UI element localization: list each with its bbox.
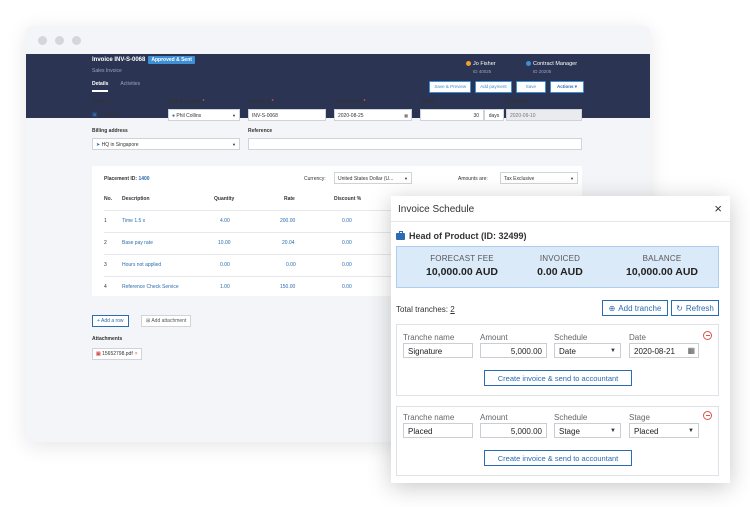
amounts-label: Amounts are: [458,176,488,182]
window-controls [38,36,81,45]
total-tranches: Total tranches: 2 [396,305,455,314]
actions-button[interactable]: Actions ▾ [549,81,584,93]
tranche-card: Tranche name Amount Schedule Date Signat… [396,324,719,396]
send-to-value[interactable]: ▣ Amazon [92,112,119,118]
tranche-name-input[interactable]: Placed [403,423,473,438]
briefcase-icon [396,230,405,240]
location-arrow-icon: ➤ [96,142,101,148]
add-payment-button[interactable]: Add payment [475,81,512,93]
forecast-fee: FORECAST FEE 10,000.00 AUD [426,254,498,278]
terms-label: Terms [420,99,435,105]
save-preview-button[interactable]: Save & Preview [429,81,472,93]
attachments-label: Attachments [92,336,123,342]
refresh-button[interactable]: ↻ Refresh [671,300,719,316]
remove-tranche-icon[interactable] [703,411,712,420]
calendar-icon: ▦ [687,346,695,355]
due-date-input: 2020-09-10 [506,109,582,121]
invoice-tabs: Details Activities [92,81,140,92]
save-button[interactable]: Save [515,81,546,93]
chevron-down-icon: ▼ [688,428,694,434]
owner-person[interactable]: Jo Fisher ID 40025 [466,60,496,76]
tranche-name-input[interactable]: Signature [403,343,473,358]
add-row-button[interactable]: + Add a row [92,315,129,327]
invoice-date-input[interactable]: 2020-08-25 ▦ [334,109,412,121]
total-tranches-count[interactable]: 2 [450,305,454,314]
tranche-schedule-select[interactable]: Stage ▼ [554,423,621,438]
due-date-label: Due Date [506,99,528,105]
invoiced: INVOICED 0.00 AUD [537,254,583,278]
invoice-id-input[interactable]: INV-S-0068 [248,109,326,121]
invoice-subtitle: Sales Invoice [92,68,122,74]
tranche-stage-select[interactable]: Placed ▼ [629,423,699,438]
fee-summary: FORECAST FEE 10,000.00 AUD INVOICED 0.00… [396,246,719,288]
product-heading: Head of Product (ID: 32499) [396,230,527,241]
chevron-down-icon: ▼ [610,428,616,434]
billing-address-label: Billing address [92,128,128,134]
user-icon: ● [172,113,176,119]
amounts-select[interactable]: Tax Exclusive ▼ [500,172,578,184]
modal-title: Invoice Schedule [398,204,475,215]
invoice-date-label: Invoice Date* [334,99,366,105]
reference-input[interactable] [248,138,582,150]
balance: BALANCE 10,000.00 AUD [626,254,698,278]
chevron-down-icon: ▼ [232,113,236,118]
send-to-label: Send to [92,99,111,105]
remove-icon[interactable]: × [135,351,138,357]
chevron-down-icon: ▼ [232,142,236,147]
contract-manager[interactable]: Contract Manager ID 20205 [526,60,577,76]
building-icon: ▣ [92,112,98,118]
add-tranche-button[interactable]: ⊕ Add tranche [602,300,668,316]
chevron-down-icon: ▼ [404,176,408,181]
currency-select[interactable]: United States Dollar (U... ▼ [334,172,412,184]
terms-unit: days [484,109,504,121]
billing-address-select[interactable]: ➤ HQ in Singapore ▼ [92,138,240,150]
chevron-down-icon: ▼ [610,348,616,354]
plus-circle-icon: ⊕ [608,303,616,313]
header-buttons: Save & Preview Add payment Save Actions … [429,81,584,93]
status-badge: Approved & Sent [148,56,195,64]
currency-label: Currency: [304,176,326,182]
tranche-card: Tranche name Amount Schedule Stage Place… [396,406,719,476]
billing-contact-select[interactable]: ● Phil Collins ▼ [168,109,240,121]
window-dot[interactable] [55,36,64,45]
billing-contact-label: Billing contact* [168,99,205,105]
create-invoice-button[interactable]: Create invoice & send to accountant [484,370,632,386]
close-icon[interactable]: × [714,201,722,216]
remove-tranche-icon[interactable] [703,331,712,340]
create-invoice-button[interactable]: Create invoice & send to accountant [484,450,632,466]
chevron-down-icon: ▼ [570,176,574,181]
window-dot[interactable] [38,36,47,45]
tab-details[interactable]: Details [92,81,109,92]
user-icon [466,61,471,67]
invoice-id-label: Invoice ID* [248,99,274,105]
add-attachment-button[interactable]: ⊞ Add attachment [141,315,192,327]
modal-header: Invoice Schedule × [391,196,730,222]
tab-activities[interactable]: Activities [120,81,140,92]
terms-input[interactable]: 30 [420,109,484,121]
pdf-icon: ▣ [96,351,101,357]
calendar-icon: ▦ [404,113,408,118]
attachment-chip[interactable]: ▣ 15652798.pdf × [92,348,142,360]
invoice-title: Invoice INV-S-0068 Approved & Sent [92,56,195,64]
attachment-icon: ⊞ [146,318,151,324]
tranche-amount-input[interactable]: 5,000.00 [480,343,547,358]
invoice-schedule-modal: Invoice Schedule × Head of Product (ID: … [391,196,730,483]
tranche-date-input[interactable]: 2020-08-21 ▦ [629,343,699,358]
reference-label: Reference [248,128,273,134]
refresh-icon: ↻ [676,303,683,313]
placement-id: Placement ID: 1400 [104,176,150,182]
tranche-schedule-select[interactable]: Date ▼ [554,343,621,358]
tranche-amount-input[interactable]: 5,000.00 [480,423,547,438]
window-dot[interactable] [72,36,81,45]
user-icon [526,61,531,67]
chevron-down-icon: ▾ [574,84,577,89]
